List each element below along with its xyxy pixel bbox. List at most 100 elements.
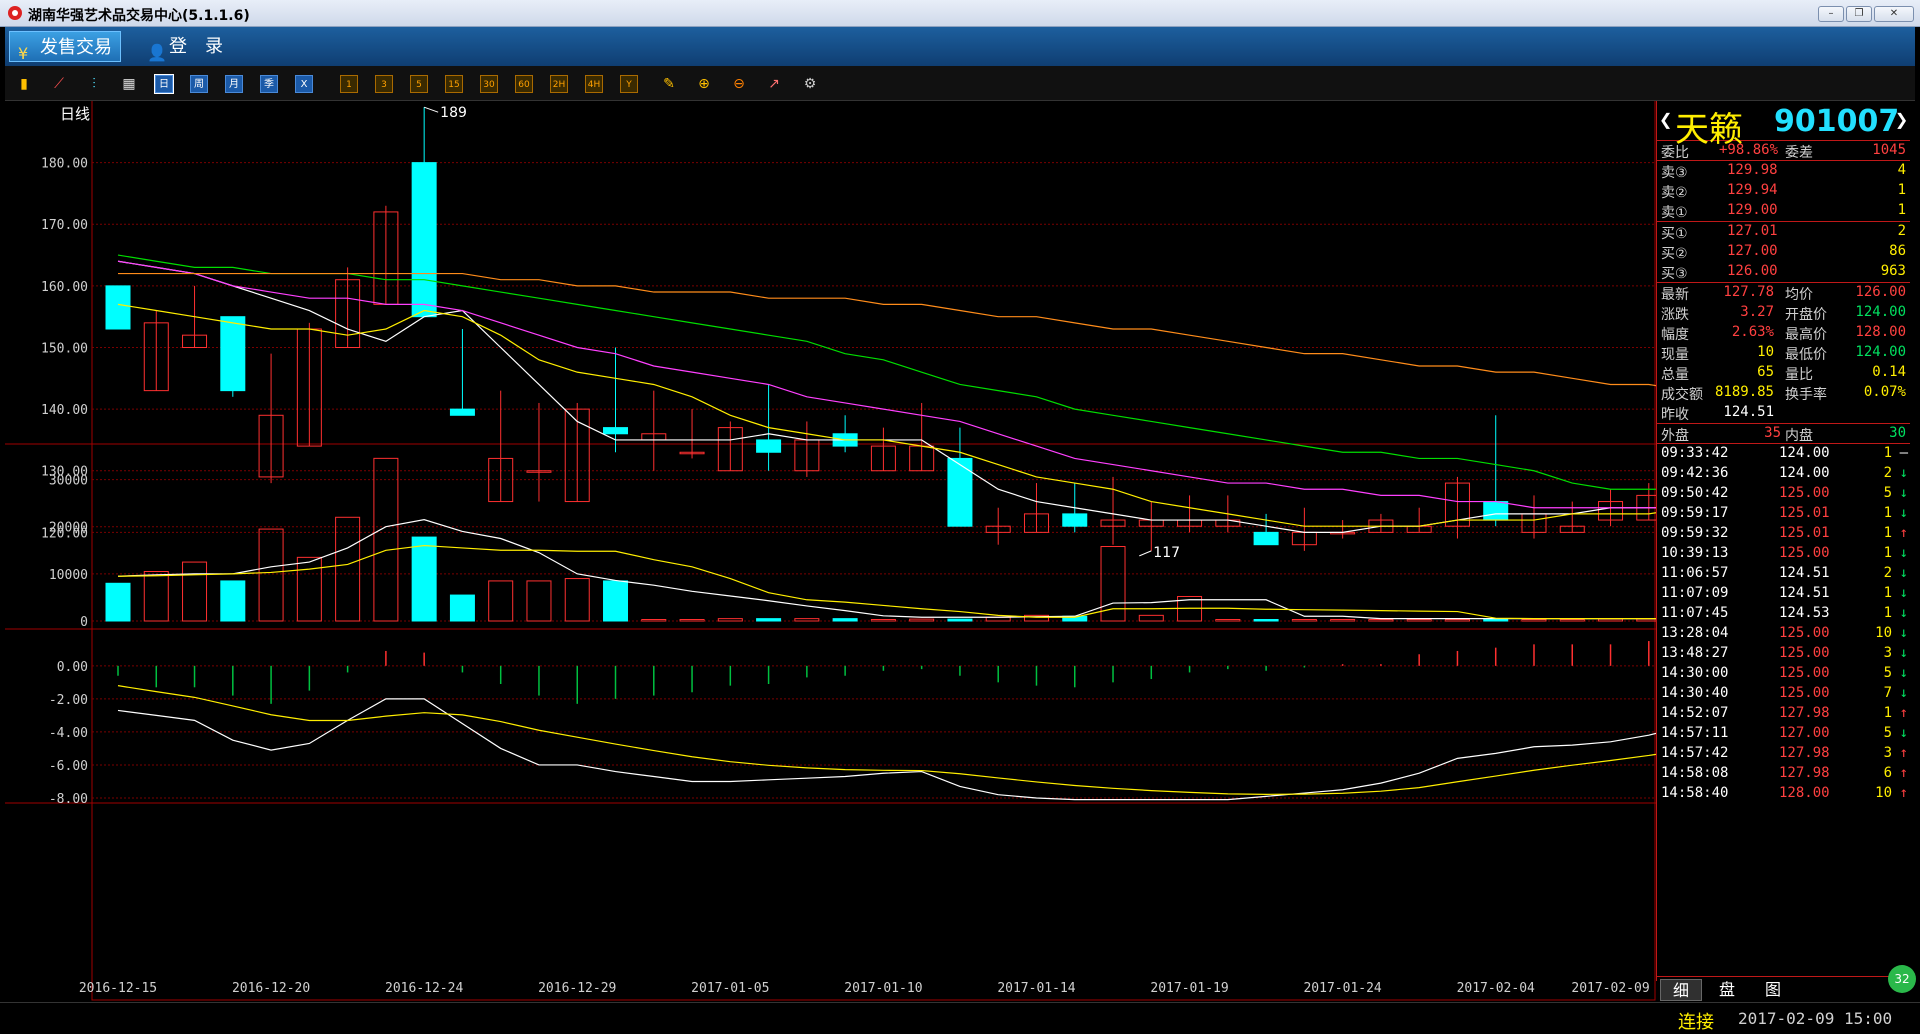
yen-icon: ¥ bbox=[18, 44, 29, 63]
inner-outer-row: 外盘 35 内盘 30 bbox=[1657, 424, 1910, 444]
date-tick-label: 2017-01-19 bbox=[1150, 981, 1228, 996]
minute-30-button[interactable]: 30 bbox=[480, 75, 498, 93]
tab-detail[interactable]: 细 bbox=[1660, 979, 1702, 1001]
stat-label: 均价 bbox=[1785, 287, 1813, 303]
tick-row: 09:50:42 125.00 5 ↓ bbox=[1657, 484, 1910, 504]
hour-2-button[interactable]: 2H bbox=[550, 75, 568, 93]
date-tick-label: 2017-02-04 bbox=[1457, 981, 1535, 996]
connection-status: 连接 bbox=[1678, 1012, 1714, 1033]
zoom-in-icon[interactable]: ⊕ bbox=[695, 75, 713, 93]
tick-time: 09:59:32 bbox=[1661, 525, 1729, 541]
period-season-button[interactable]: 季 bbox=[260, 75, 278, 93]
stat-row: 幅度 2.63% 最高价 128.00 bbox=[1657, 323, 1910, 343]
minute-5-button[interactable]: 5 bbox=[410, 75, 428, 93]
minute-15-button[interactable]: 15 bbox=[445, 75, 463, 93]
next-arrow-icon[interactable]: ❯ bbox=[1895, 108, 1908, 133]
tick-qty: 1 bbox=[1883, 605, 1892, 621]
tick-price: 124.53 bbox=[1779, 605, 1830, 621]
candle-body bbox=[1483, 501, 1509, 521]
price-tick-label: 170.00 bbox=[41, 218, 88, 233]
volume-bar bbox=[1444, 619, 1470, 622]
tick-price: 124.00 bbox=[1779, 445, 1830, 461]
volume-bar bbox=[870, 619, 896, 622]
minimize-button[interactable]: – bbox=[1818, 6, 1844, 22]
macd-tick-label: -2.00 bbox=[49, 693, 88, 708]
line-chart-icon[interactable]: ⟋ bbox=[50, 75, 68, 93]
period-custom-button[interactable]: X bbox=[295, 75, 313, 93]
tick-time: 11:06:57 bbox=[1661, 565, 1729, 581]
macd-tick-label: -6.00 bbox=[49, 759, 88, 774]
volume-bar bbox=[641, 619, 667, 622]
close-button[interactable]: ✕ bbox=[1874, 6, 1914, 22]
gear-icon[interactable]: ⚙ bbox=[801, 75, 819, 93]
period-day-button[interactable]: 日 bbox=[154, 74, 174, 94]
ask-label: 卖② bbox=[1661, 185, 1688, 201]
prev-arrow-icon[interactable]: ❮ bbox=[1659, 108, 1672, 133]
bid-price: 127.00 bbox=[1727, 243, 1778, 259]
volume-bar bbox=[909, 618, 935, 622]
stat-value: 10 bbox=[1757, 344, 1774, 360]
candle-body bbox=[1253, 531, 1279, 546]
minute-1-button[interactable]: 1 bbox=[340, 75, 358, 93]
tick-time: 10:39:13 bbox=[1661, 545, 1729, 561]
year-button[interactable]: Y bbox=[620, 75, 638, 93]
price-ma-line bbox=[118, 272, 1656, 387]
notification-badge[interactable]: 32 bbox=[1888, 965, 1916, 993]
tick-direction-icon: ↓ bbox=[1899, 605, 1908, 621]
tick-direction-icon: ↓ bbox=[1899, 585, 1908, 601]
tick-direction-icon: ↓ bbox=[1899, 685, 1908, 701]
bid-price: 126.00 bbox=[1727, 263, 1778, 279]
menu-item-login-label: 登 录 bbox=[169, 36, 223, 57]
volume-bar bbox=[603, 580, 629, 622]
tick-qty: 1 bbox=[1883, 705, 1892, 721]
candlestick-icon[interactable]: ⫶ bbox=[85, 75, 103, 93]
date-tick-label: 2017-01-10 bbox=[844, 981, 922, 996]
period-month-button[interactable]: 月 bbox=[225, 75, 243, 93]
candle-body bbox=[756, 439, 782, 453]
period-week-button[interactable]: 周 bbox=[190, 75, 208, 93]
date-tick-label: 2016-12-29 bbox=[538, 981, 616, 996]
edit-icon[interactable]: ✎ bbox=[660, 75, 678, 93]
stat-label: 现量 bbox=[1661, 347, 1689, 363]
menu-item-login[interactable]: 👤 登 录 bbox=[139, 31, 231, 62]
tab-orderbook[interactable]: 盘 bbox=[1706, 979, 1748, 1001]
minute-60-button[interactable]: 60 bbox=[515, 75, 533, 93]
tick-price: 127.00 bbox=[1779, 725, 1830, 741]
minute-3-button[interactable]: 3 bbox=[375, 75, 393, 93]
stat-label: 涨跌 bbox=[1661, 307, 1689, 323]
draw-line-icon[interactable]: ↗ bbox=[765, 75, 783, 93]
candle-body bbox=[411, 162, 437, 318]
bid-qty: 86 bbox=[1889, 243, 1906, 259]
kline-chart[interactable]: 180.00170.00160.00150.00140.00130.00120.… bbox=[5, 101, 1656, 1001]
tab-chart[interactable]: 图 bbox=[1752, 979, 1794, 1001]
volume-bar bbox=[1253, 619, 1279, 622]
tick-direction-icon: ↑ bbox=[1899, 705, 1908, 721]
volume-tick-label: 0 bbox=[80, 615, 88, 630]
price-tick-label: 150.00 bbox=[41, 341, 88, 356]
stat-label: 开盘价 bbox=[1785, 307, 1827, 323]
stat-row: 昨收 124.51 bbox=[1657, 403, 1910, 423]
price-ma-line bbox=[117, 254, 1656, 490]
volume-bar bbox=[1215, 619, 1241, 622]
bid-row: 买③ 126.00 963 bbox=[1657, 262, 1910, 282]
volume-ma-line bbox=[117, 519, 1656, 620]
bid-book: 买① 127.01 2 买② 127.00 86 买③ 126.00 963 bbox=[1657, 222, 1910, 283]
date-tick-label: 2017-01-14 bbox=[997, 981, 1075, 996]
tick-time: 14:58:08 bbox=[1661, 765, 1729, 781]
stat-row: 涨跌 3.27 开盘价 124.00 bbox=[1657, 303, 1910, 323]
menu-item-sale-trade[interactable]: ¥ 发售交易 bbox=[9, 31, 121, 63]
calendar-icon[interactable]: ▦ bbox=[120, 75, 138, 93]
volume-bar bbox=[1598, 618, 1624, 622]
hour-4-button[interactable]: 4H bbox=[585, 75, 603, 93]
tick-row: 14:58:40 128.00 10 ↑ bbox=[1657, 784, 1910, 804]
volume-bar bbox=[832, 618, 858, 622]
tick-qty: 5 bbox=[1883, 725, 1892, 741]
bar-chart-icon[interactable]: ▮ bbox=[15, 75, 33, 93]
zoom-out-icon[interactable]: ⊖ bbox=[730, 75, 748, 93]
stat-label: 总量 bbox=[1661, 367, 1689, 383]
restore-button[interactable]: ❐ bbox=[1846, 6, 1872, 22]
tick-list[interactable]: 09:33:42 124.00 1–09:42:36 124.00 2 ↓ 09:50:42… bbox=[1657, 444, 1910, 804]
tick-qty: 3 bbox=[1883, 645, 1892, 661]
stat-label: 最新 bbox=[1661, 287, 1689, 303]
candle-body bbox=[1062, 513, 1088, 527]
